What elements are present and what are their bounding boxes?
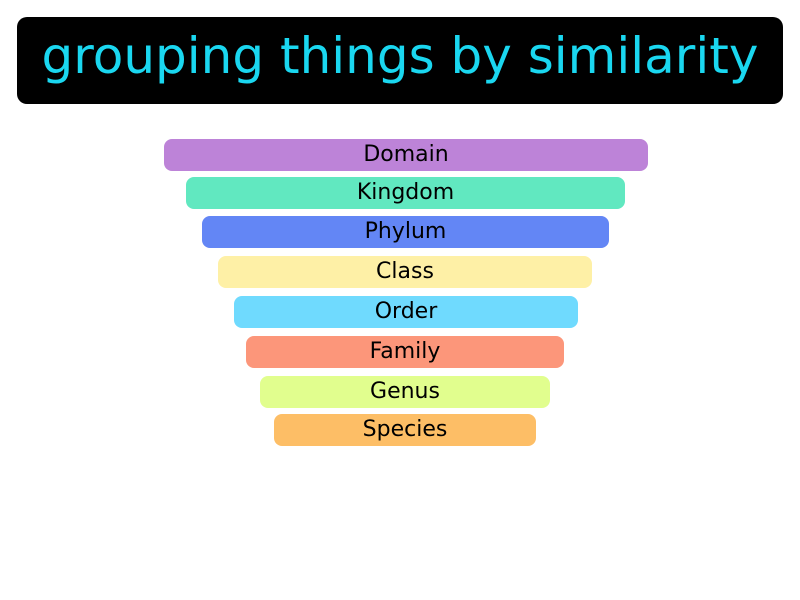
level-genus: Genus (260, 376, 550, 408)
level-phylum: Phylum (202, 216, 609, 248)
level-family: Family (246, 336, 564, 368)
title-banner: grouping things by similarity (17, 17, 783, 104)
level-species: Species (274, 414, 536, 446)
level-domain: Domain (164, 139, 648, 171)
level-kingdom: Kingdom (186, 177, 625, 209)
diagram-stage: grouping things by similarity Domain Kin… (0, 0, 800, 600)
level-class: Class (218, 256, 592, 288)
title-text: grouping things by similarity (41, 26, 759, 85)
level-order: Order (234, 296, 578, 328)
